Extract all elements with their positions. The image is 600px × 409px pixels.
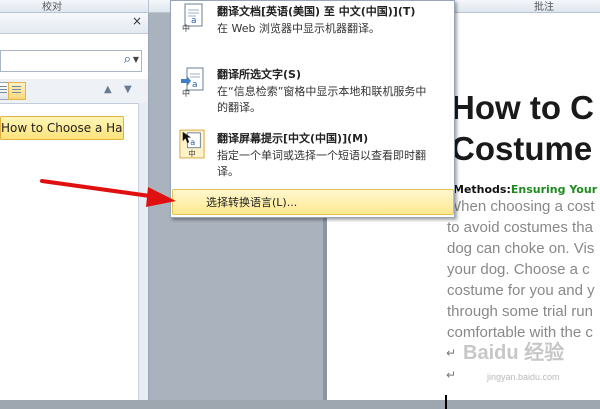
watermark-url: jingyan.baidu.com <box>487 372 560 382</box>
watermark: Baidu 经验 <box>463 336 564 365</box>
watermark-text: Baidu 经验 <box>463 342 565 364</box>
